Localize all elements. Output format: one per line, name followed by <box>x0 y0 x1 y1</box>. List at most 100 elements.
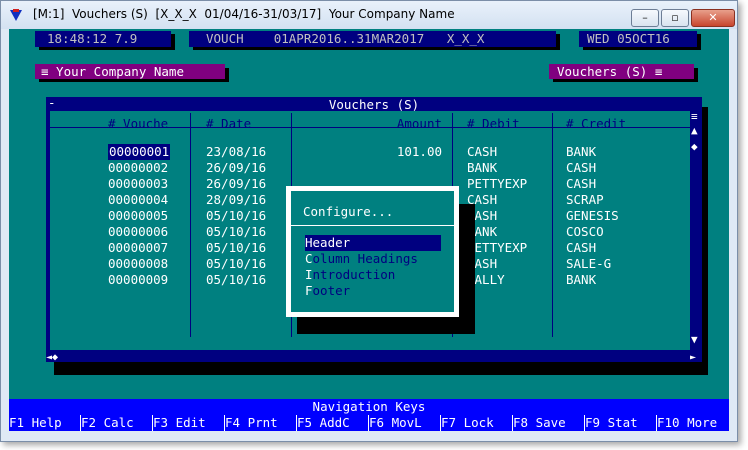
function-key-separator <box>584 415 585 431</box>
function-key-label: Help <box>31 415 62 430</box>
function-key-separator <box>224 415 225 431</box>
cell-credit[interactable]: BANK <box>566 144 596 160</box>
function-key-code: F6 <box>369 415 385 430</box>
function-key-f2[interactable]: F2 Calc <box>81 415 152 431</box>
close-button[interactable]: ✕ <box>691 9 735 27</box>
cell-voucher[interactable]: 00000001 <box>108 144 171 160</box>
cell-credit[interactable]: SALE-G <box>566 256 611 272</box>
cell-voucher[interactable]: 00000003 <box>108 176 168 192</box>
cell-amount[interactable]: 101.00 <box>362 144 442 160</box>
function-key-label: Prnt <box>247 415 278 430</box>
scroll-left-icon[interactable]: ◄◆ <box>46 350 58 366</box>
menu-item-label: ooter <box>312 283 351 298</box>
menu-item-label: eader <box>312 235 351 250</box>
cell-date[interactable]: 26/09/16 <box>206 160 266 176</box>
cell-credit[interactable]: SCRAP <box>566 192 604 208</box>
close-icon: ✕ <box>708 11 718 24</box>
table-row[interactable]: 00000002 26/09/16 BANK CASH <box>46 160 686 176</box>
function-key-f9[interactable]: F9 Stat <box>585 415 656 431</box>
function-key-separator <box>368 415 369 431</box>
cell-credit[interactable]: CASH <box>566 160 596 176</box>
function-key-f7[interactable]: F7 Lock <box>441 415 512 431</box>
scroll-right-icon[interactable]: ► <box>690 350 696 366</box>
function-key-code: F2 <box>81 415 97 430</box>
cell-date[interactable]: 23/08/16 <box>206 144 266 160</box>
screen-name-tag[interactable]: Vouchers (S) ≡ <box>549 64 694 79</box>
cell-date[interactable]: 05/10/16 <box>206 272 266 288</box>
function-key-f10[interactable]: F10 More <box>657 415 728 431</box>
menu-item[interactable]: Column Headings <box>305 251 441 267</box>
menu-item[interactable]: Header <box>305 235 441 251</box>
minimize-icon: – <box>642 11 648 24</box>
cell-date[interactable]: 26/09/16 <box>206 176 266 192</box>
window-corner-icon[interactable]: - <box>48 95 56 111</box>
vertical-scrollbar[interactable]: ≡ ▲ ◆ ▼ <box>690 110 702 350</box>
cell-credit[interactable]: GENESIS <box>566 208 619 224</box>
function-key-bar: F1 Help F2 Calc F3 Edit F4 Prnt F5 AddC F6 Mo… <box>9 415 729 431</box>
function-key-code: F3 <box>153 415 169 430</box>
cell-debit[interactable]: BANK <box>467 160 497 176</box>
table-row[interactable]: 00000001 23/08/16 101.00 CASH BANK <box>46 144 686 160</box>
scroll-down-icon[interactable]: ▼ <box>691 332 698 348</box>
function-key-f1[interactable]: F1 Help <box>9 415 80 431</box>
function-key-code: F5 <box>297 415 313 430</box>
minimize-button[interactable]: – <box>631 9 659 27</box>
column-header-debit[interactable]: # Debit <box>467 116 520 132</box>
menu-item[interactable]: Footer <box>305 283 441 299</box>
cell-credit[interactable]: COSCO <box>566 224 604 240</box>
scroll-up-icon[interactable]: ▲ <box>691 123 698 139</box>
function-key-f4[interactable]: F4 Prnt <box>225 415 296 431</box>
window-title: [M:1] Vouchers (S) [X_X_X 01/04/16-31/03… <box>33 7 455 21</box>
configure-popup: Configure... Header Column Headings Introd… <box>286 186 459 317</box>
maximize-button[interactable]: ▫ <box>661 9 689 27</box>
cell-voucher[interactable]: 00000004 <box>108 192 168 208</box>
menu-item-label: ntroduction <box>312 267 396 282</box>
function-key-code: F10 <box>657 415 680 430</box>
cell-date[interactable]: 05/10/16 <box>206 256 266 272</box>
function-key-f6[interactable]: F6 MovL <box>369 415 440 431</box>
cell-date[interactable]: 05/10/16 <box>206 240 266 256</box>
function-key-label: Edit <box>175 415 206 430</box>
scroll-thumb[interactable]: ◆ <box>691 139 698 155</box>
cell-date[interactable]: 28/09/16 <box>206 192 266 208</box>
title-bar[interactable]: [M:1] Vouchers (S) [X_X_X 01/04/16-31/03… <box>1 1 737 29</box>
cell-credit[interactable]: BANK <box>566 272 596 288</box>
function-key-f5[interactable]: F5 AddC <box>297 415 368 431</box>
voucher-bottom-bar[interactable] <box>46 350 702 362</box>
application-window: [M:1] Vouchers (S) [X_X_X 01/04/16-31/03… <box>0 0 738 442</box>
company-name-tag[interactable]: ≡ Your Company Name <box>35 64 225 79</box>
menu-item[interactable]: Introduction <box>305 267 441 283</box>
function-key-separator <box>152 415 153 431</box>
configure-popup-title: Configure... <box>303 204 394 219</box>
cell-debit[interactable]: PETTYEXP <box>467 176 527 192</box>
cell-credit[interactable]: CASH <box>566 240 596 256</box>
cell-debit[interactable]: PETTYEXP <box>467 240 527 256</box>
cell-date[interactable]: 05/10/16 <box>206 224 266 240</box>
cell-voucher[interactable]: 00000007 <box>108 240 168 256</box>
function-key-label: Calc <box>103 415 134 430</box>
function-key-code: F8 <box>513 415 529 430</box>
cell-voucher[interactable]: 00000006 <box>108 224 168 240</box>
column-header-voucher[interactable]: # Vouche <box>108 116 168 132</box>
function-key-code: F4 <box>225 415 241 430</box>
menu-item-hotkey: C <box>305 251 313 266</box>
column-header-date[interactable]: # Date <box>206 116 251 132</box>
cell-voucher[interactable]: 00000005 <box>108 208 168 224</box>
cell-voucher[interactable]: 00000008 <box>108 256 168 272</box>
cell-date[interactable]: 05/10/16 <box>206 208 266 224</box>
voucher-window-title: Vouchers (S) <box>46 97 702 112</box>
cell-debit[interactable]: CASH <box>467 144 497 160</box>
status-time-version: 18:48:12 7.9 <box>35 31 171 47</box>
column-header-credit[interactable]: # Credit <box>566 116 626 132</box>
function-key-f8[interactable]: F8 Save <box>513 415 584 431</box>
function-key-code: F9 <box>585 415 601 430</box>
function-key-label: Lock <box>463 415 494 430</box>
column-header-amount[interactable]: Amount <box>362 116 442 132</box>
function-key-label: More <box>687 415 718 430</box>
cell-credit[interactable]: CASH <box>566 176 596 192</box>
cell-voucher[interactable]: 00000009 <box>108 272 168 288</box>
function-key-separator <box>656 415 657 431</box>
cell-voucher[interactable]: 00000002 <box>108 160 168 176</box>
function-key-f3[interactable]: F3 Edit <box>153 415 224 431</box>
status-module-range: VOUCH 01APR2016..31MAR2017 X_X_X <box>189 31 556 47</box>
